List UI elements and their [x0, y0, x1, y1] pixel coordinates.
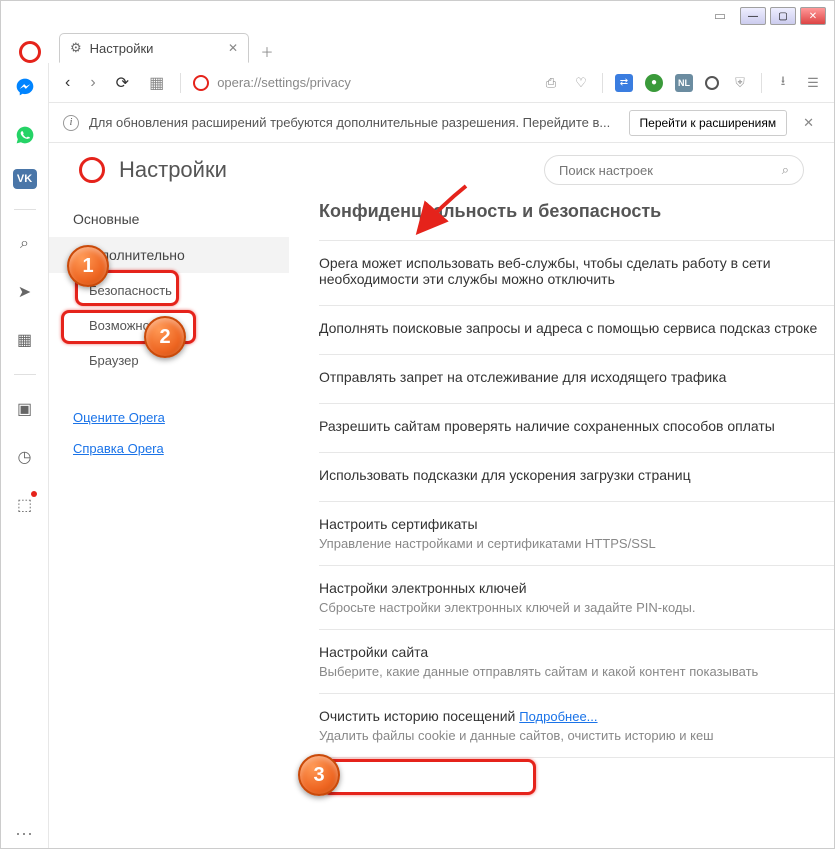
search-input[interactable] — [559, 163, 782, 178]
opera-icon — [193, 75, 209, 91]
tab-overview-icon[interactable]: ▭ — [710, 7, 730, 25]
setting-row-payment-check[interactable]: Разрешить сайтам проверять наличие сохра… — [319, 403, 834, 452]
setting-row-site-settings[interactable]: Настройки сайта Выберите, какие данные о… — [319, 629, 834, 693]
history-sidebar-icon[interactable]: ◷ — [11, 443, 39, 471]
extension-circle-icon[interactable] — [705, 76, 719, 90]
url-text: opera://settings/privacy — [217, 75, 351, 90]
notification-bar: i Для обновления расширений требуются до… — [49, 103, 834, 143]
notification-text: Для обновления расширений требуются допо… — [89, 115, 619, 130]
settings-main: Конфиденциальность и безопасность Opera … — [289, 181, 834, 848]
messenger-icon[interactable] — [11, 73, 39, 101]
reload-button[interactable]: ⟳ — [112, 73, 133, 93]
easy-setup-icon[interactable]: ☰ — [804, 74, 822, 92]
extension-nl-icon[interactable]: NL — [675, 74, 693, 92]
downloads-icon[interactable]: ⭳ — [774, 74, 792, 92]
annotation-ring-3 — [322, 759, 536, 795]
setting-row-page-prefetch[interactable]: Использовать подсказки для ускорения заг… — [319, 452, 834, 501]
nav-link-rate: Оцените Opera — [49, 402, 289, 433]
annotation-badge-2: 2 — [144, 316, 186, 358]
annotation-badge-1: 1 — [67, 245, 109, 287]
page-title: Настройки — [119, 157, 544, 183]
nav-item-basic[interactable]: Основные — [49, 201, 289, 237]
nav-forward-button[interactable]: › — [86, 74, 99, 92]
setting-row-search-suggestions[interactable]: Дополнять поисковые запросы и адреса с п… — [319, 305, 834, 354]
snapshot-icon[interactable]: ⎙ — [542, 74, 560, 92]
extension-block-icon[interactable]: ● — [645, 74, 663, 92]
news-icon[interactable]: ▣ — [11, 395, 39, 423]
nav-link-help: Справка Opera — [49, 433, 289, 464]
tab-title: Настройки — [90, 41, 220, 56]
extensions-sidebar-icon[interactable]: ⬚ — [11, 491, 39, 519]
left-sidebar: VK ⌕ ➤ ▦ ▣ ◷ ⬚ ⋯ — [1, 63, 49, 848]
search-icon: ⌕ — [782, 162, 789, 178]
vk-icon[interactable]: VK — [13, 169, 37, 189]
send-icon[interactable]: ➤ — [11, 278, 39, 306]
gear-icon: ⚙ — [70, 40, 82, 56]
browser-tab[interactable]: ⚙ Настройки ✕ — [59, 33, 249, 63]
setting-row-webservices[interactable]: Opera может использовать веб-службы, что… — [319, 240, 834, 305]
learn-more-link[interactable]: Подробнее... — [519, 709, 597, 724]
extension-translate-icon[interactable]: ⇄ — [615, 74, 633, 92]
opera-menu-button[interactable] — [19, 41, 41, 63]
setting-row-clear-history[interactable]: Очистить историю посещений Подробнее... … — [319, 693, 834, 758]
window-titlebar: ▭ — ▢ ✕ — [1, 1, 834, 29]
bookmark-icon[interactable]: ♡ — [572, 74, 590, 92]
go-to-extensions-button[interactable]: Перейти к расширениям — [629, 110, 788, 136]
window-maximize-button[interactable]: ▢ — [770, 7, 796, 25]
info-icon: i — [63, 115, 79, 131]
shield-icon[interactable]: ⛨ — [731, 74, 749, 92]
close-icon[interactable]: ✕ — [228, 41, 238, 55]
section-heading: Конфиденциальность и безопасность — [319, 201, 834, 222]
search-icon[interactable]: ⌕ — [11, 230, 39, 258]
sidebar-more-icon[interactable]: ⋯ — [11, 820, 39, 848]
nav-back-button[interactable]: ‹ — [61, 74, 74, 92]
close-icon[interactable]: ✕ — [797, 115, 820, 131]
setting-row-security-keys[interactable]: Настройки электронных ключей Сбросьте на… — [319, 565, 834, 629]
new-tab-button[interactable]: ＋ — [255, 39, 279, 63]
window-minimize-button[interactable]: — — [740, 7, 766, 25]
setting-row-dnt[interactable]: Отправлять запрет на отслеживание для ис… — [319, 354, 834, 403]
setting-row-certificates[interactable]: Настроить сертификаты Управление настрой… — [319, 501, 834, 565]
whatsapp-icon[interactable] — [11, 121, 39, 149]
opera-logo-icon — [79, 157, 105, 183]
speed-dial-button[interactable]: ▦ — [145, 73, 168, 93]
address-bar[interactable]: opera://settings/privacy — [193, 75, 530, 91]
window-close-button[interactable]: ✕ — [800, 7, 826, 25]
speed-dial-sidebar-icon[interactable]: ▦ — [11, 326, 39, 354]
annotation-arrow — [406, 181, 476, 241]
annotation-badge-3: 3 — [298, 754, 340, 796]
